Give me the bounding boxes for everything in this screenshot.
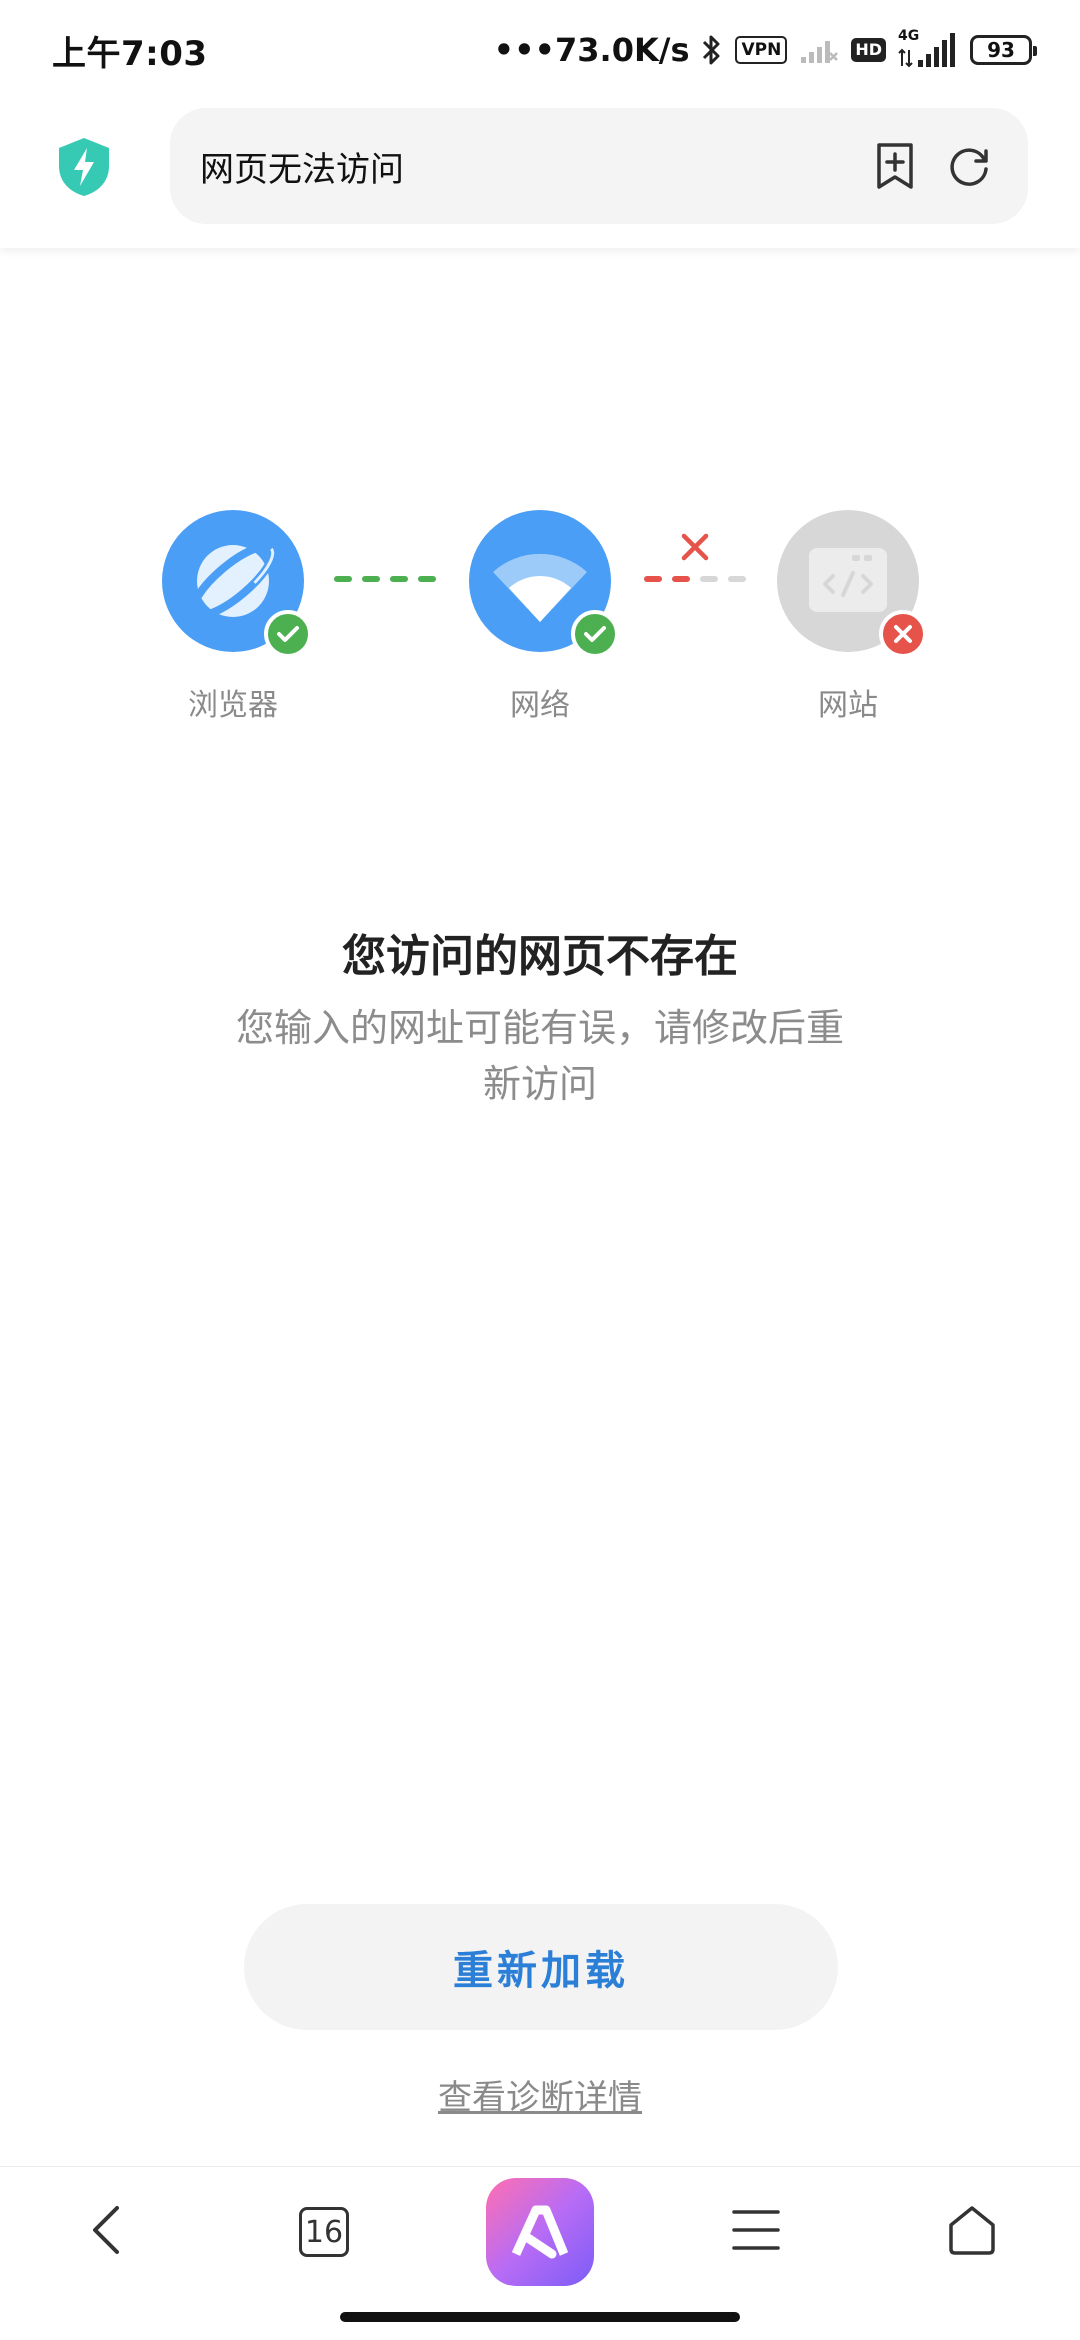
address-bar: 网页无法访问: [0, 100, 1080, 248]
website-code-icon: [777, 510, 927, 658]
battery-level: 93: [987, 38, 1015, 62]
refresh-icon[interactable]: [946, 143, 992, 189]
back-button[interactable]: [46, 2167, 166, 2297]
app-logo-icon: [486, 2178, 594, 2286]
broken-link-icon: [681, 533, 709, 561]
app-logo-button[interactable]: [480, 2167, 600, 2297]
hd-icon: HD: [851, 38, 886, 62]
error-title: 您访问的网页不存在: [342, 931, 738, 982]
wifi-icon: [469, 510, 619, 658]
status-bar: 上午7:03 •••73.0K/s VPN HD 4G 93: [0, 0, 1080, 100]
signal-weak-icon: [799, 35, 839, 65]
url-actions: [874, 142, 1028, 190]
connection-diagram: 浏览器 网络 网站: [0, 510, 1080, 730]
shield-icon[interactable]: [56, 136, 112, 198]
menu-icon: [731, 2208, 781, 2256]
url-field[interactable]: 网页无法访问: [170, 108, 1028, 224]
reload-button[interactable]: 重新加载: [244, 1904, 838, 2030]
diagnose-link[interactable]: 查看诊断详情: [0, 2070, 1080, 2119]
status-time: 上午7:03: [52, 33, 208, 74]
page-title[interactable]: 网页无法访问: [200, 142, 874, 191]
back-icon: [89, 2204, 123, 2260]
node-label-network: 网络: [510, 688, 570, 723]
node-network: 网络: [450, 510, 630, 724]
tabs-button[interactable]: 16: [264, 2167, 384, 2297]
home-icon: [945, 2203, 999, 2261]
check-icon: [264, 610, 312, 658]
network-type-label: 4G: [898, 28, 920, 44]
signal-4g-icon: 4G: [898, 28, 958, 70]
bookmark-add-icon[interactable]: [874, 142, 916, 190]
vpn-icon: VPN: [735, 36, 788, 64]
error-subtitle: 您输入的网址可能有误，请修改后重新访问: [235, 1006, 844, 1106]
node-browser: 浏览器: [143, 510, 323, 724]
error-icon: [879, 610, 927, 658]
node-website: 网站: [758, 510, 938, 724]
link-browser-network: [334, 576, 436, 582]
network-speed: •••73.0K/s: [493, 31, 690, 69]
status-icons: •••73.0K/s VPN HD 4G 93: [493, 28, 1037, 70]
link-network-website: [644, 576, 746, 582]
tabs-icon: 16: [299, 2207, 349, 2257]
check-icon: [571, 610, 619, 658]
home-button[interactable]: [912, 2167, 1032, 2297]
bluetooth-icon: [701, 33, 723, 67]
tab-count: 16: [304, 2214, 344, 2250]
battery-icon: 93: [970, 35, 1037, 65]
node-label-website: 网站: [818, 688, 878, 723]
browser-icon: [162, 510, 312, 658]
node-label-browser: 浏览器: [188, 688, 278, 723]
home-indicator[interactable]: [340, 2312, 740, 2322]
menu-button[interactable]: [696, 2167, 816, 2297]
